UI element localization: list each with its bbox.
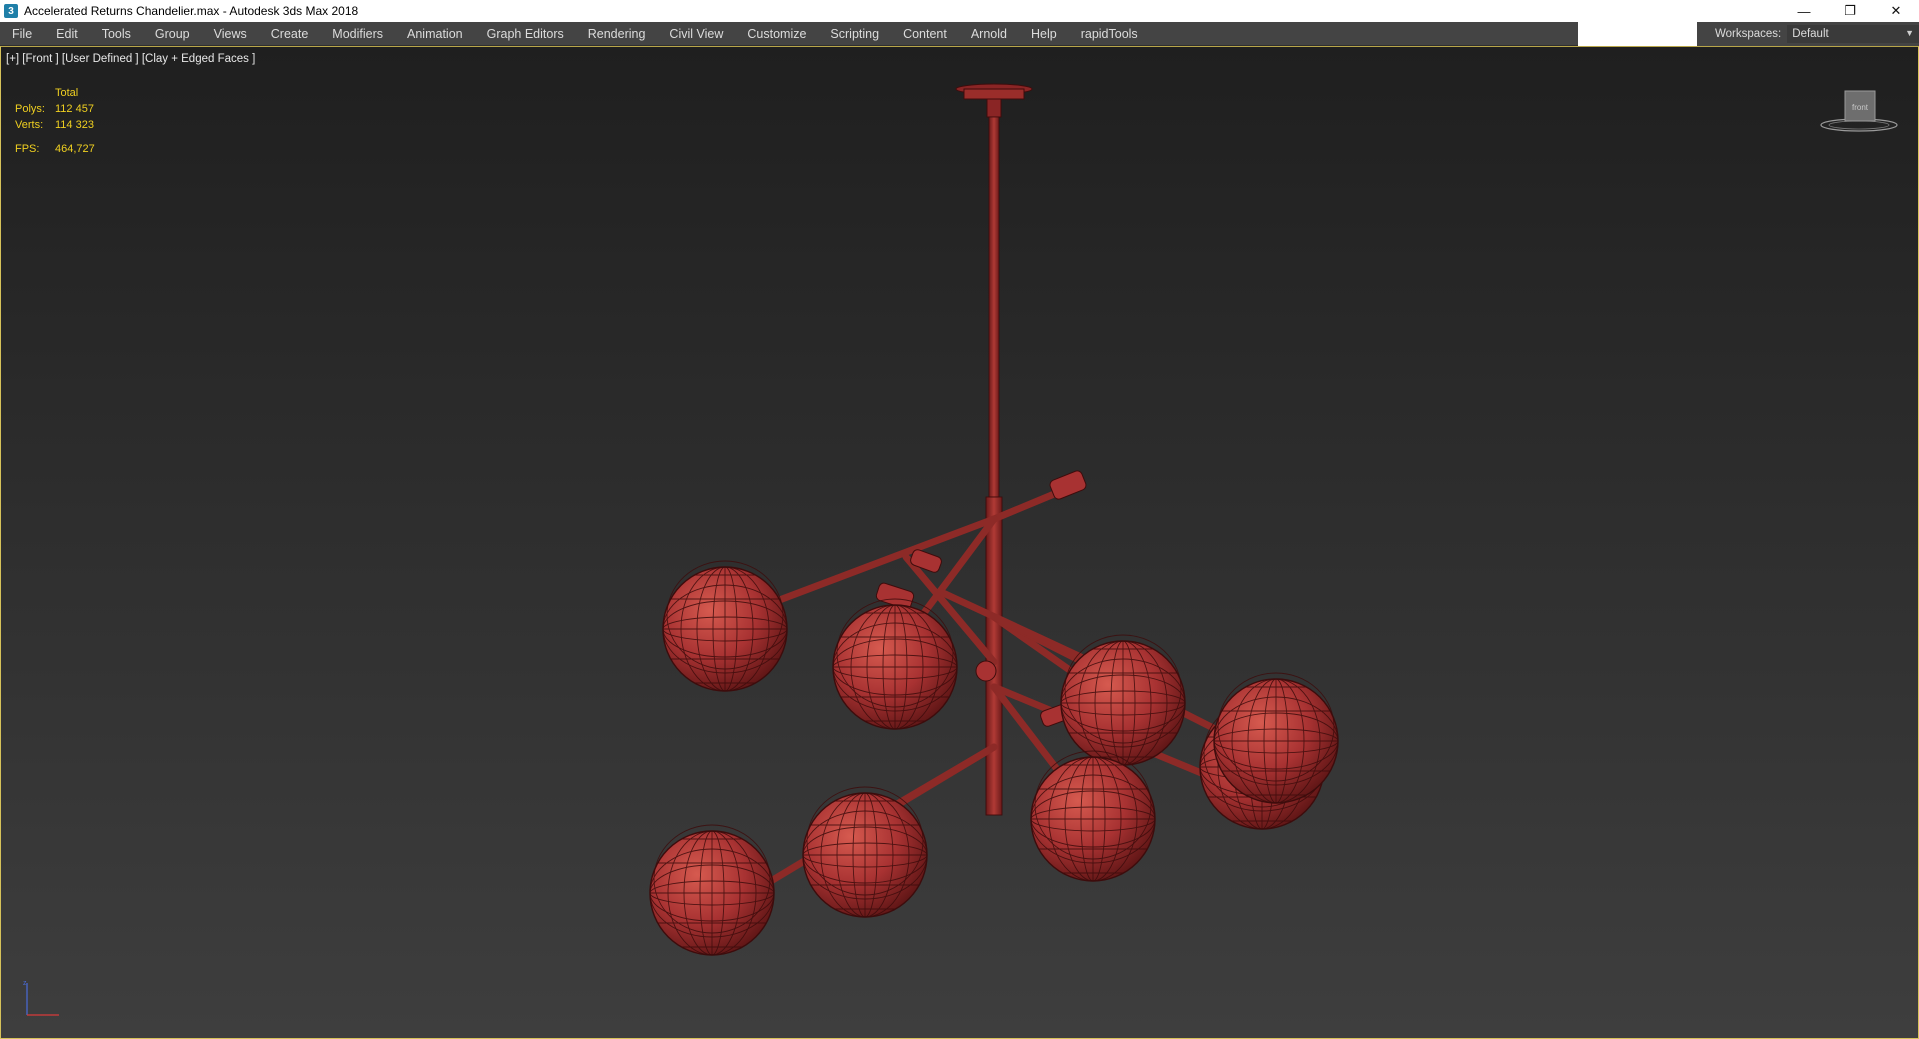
fps-label: FPS: — [15, 143, 40, 155]
menu-civil-view[interactable]: Civil View — [657, 22, 735, 46]
workspace-value: Default — [1792, 28, 1829, 40]
svg-text:z: z — [23, 980, 27, 987]
menu-group[interactable]: Group — [143, 22, 202, 46]
verts-label: Verts: — [15, 119, 44, 131]
menu-customize[interactable]: Customize — [735, 22, 818, 46]
menu-file[interactable]: File — [0, 22, 44, 46]
viewcube-face-label: front — [1852, 103, 1869, 112]
window-controls: — ❐ ✕ — [1781, 0, 1919, 22]
menu-tools[interactable]: Tools — [90, 22, 143, 46]
3ds-max-app-icon[interactable]: 3 — [4, 4, 18, 18]
menu-graph-editors[interactable]: Graph Editors — [475, 22, 576, 46]
axis-tripod-icon: z — [23, 980, 59, 1016]
menu-create[interactable]: Create — [259, 22, 321, 46]
menu-bar: File Edit Tools Group Views Create Modif… — [0, 22, 1919, 46]
menu-rendering[interactable]: Rendering — [576, 22, 658, 46]
menu-rapidtools[interactable]: rapidTools — [1069, 22, 1150, 46]
restore-button[interactable]: ❐ — [1827, 0, 1873, 22]
viewcube-icon[interactable]: front — [1819, 85, 1899, 135]
viewport-statistics: Total Polys: 112 457 Verts: 114 323 FPS: 46… — [15, 85, 95, 157]
front-viewport[interactable]: [+] [Front ] [User Defined ] [Clay + Edg… — [0, 46, 1919, 1039]
restore-icon: ❐ — [1844, 3, 1856, 18]
menu-animation[interactable]: Animation — [395, 22, 475, 46]
globe-1[interactable] — [662, 560, 788, 692]
menu-scripting[interactable]: Scripting — [818, 22, 891, 46]
close-icon: ✕ — [1890, 3, 1902, 18]
minimize-button[interactable]: — — [1781, 0, 1827, 22]
close-button[interactable]: ✕ — [1873, 0, 1919, 22]
menu-arnold[interactable]: Arnold — [959, 22, 1019, 46]
menu-views[interactable]: Views — [202, 22, 259, 46]
workspace-selector: Workspaces: Default ▼ — [1697, 22, 1919, 46]
workspace-dropdown[interactable]: Default ▼ — [1787, 25, 1919, 43]
chevron-down-icon: ▼ — [1905, 28, 1914, 38]
title-bar: 3 Accelerated Returns Chandelier.max - A… — [0, 0, 1919, 22]
polys-label: Polys: — [15, 103, 45, 115]
ceiling-canopy — [955, 83, 1033, 118]
globe-6[interactable] — [1030, 750, 1156, 882]
menu-edit[interactable]: Edit — [44, 22, 90, 46]
viewport-label-menu[interactable]: [+] [Front ] [User Defined ] [Clay + Edg… — [6, 53, 255, 65]
window-title: Accelerated Returns Chandelier.max - Aut… — [24, 4, 359, 18]
minimize-icon: — — [1797, 3, 1811, 19]
menu-content[interactable]: Content — [891, 22, 959, 46]
menu-help[interactable]: Help — [1019, 22, 1069, 46]
globe-5[interactable] — [1213, 672, 1339, 804]
stats-header: Total — [55, 87, 79, 99]
menu-modifiers[interactable]: Modifiers — [320, 22, 395, 46]
globe-7[interactable] — [802, 786, 928, 918]
polys-value: 112 457 — [55, 103, 94, 115]
chandelier-model-render[interactable] — [1, 47, 1919, 1039]
globe-2[interactable] — [832, 598, 958, 730]
workspace-label: Workspaces: — [1715, 28, 1782, 40]
menu-bar-blank-area — [1578, 22, 1697, 46]
fps-value: 464,727 — [55, 143, 95, 155]
verts-value: 114 323 — [55, 119, 94, 131]
globe-8[interactable] — [649, 824, 775, 956]
